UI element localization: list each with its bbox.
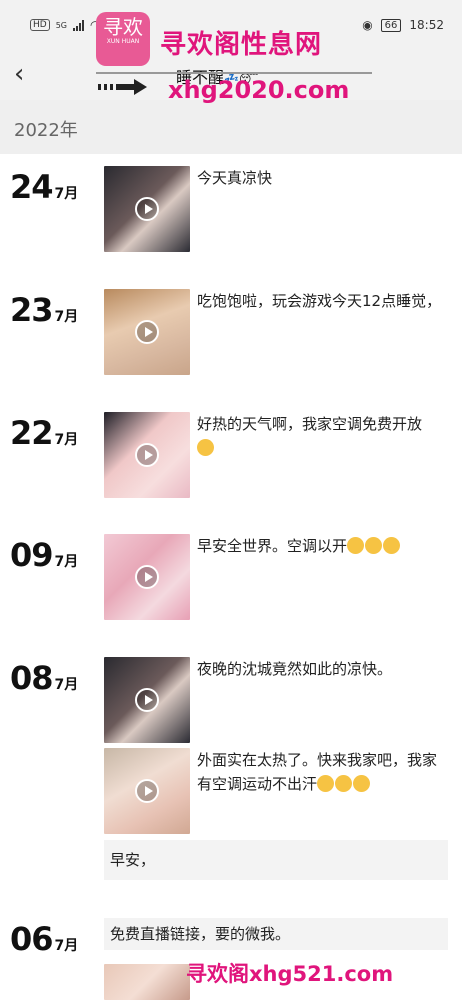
grin-emoji-icon xyxy=(383,537,401,554)
watermark-logo-text: 寻欢 xyxy=(103,15,143,39)
video-thumbnail[interactable] xyxy=(104,166,190,252)
moments-feed[interactable]: 24 7月 今天真凉快 23 7月 吃饱饱啦，玩会游戏今天12点睡觉， 22 7月 好… xyxy=(0,154,462,1000)
post-date: 22 7月 xyxy=(10,414,78,452)
post-day: 08 xyxy=(10,659,54,697)
play-icon xyxy=(135,197,159,221)
watermark-arrows-icon xyxy=(98,79,147,95)
network-type: 5G xyxy=(55,20,67,30)
kiss-emoji-icon xyxy=(335,775,353,792)
post-date: 06 7月 xyxy=(10,920,78,958)
post-caption[interactable]: 外面实在太热了。快来我家吧，我家有空调运动不出汗 xyxy=(197,748,451,796)
post-caption[interactable]: 夜晚的沈城竟然如此的凉快。 xyxy=(197,657,451,681)
post-day: 22 xyxy=(10,414,54,452)
kiss-emoji-icon xyxy=(317,775,335,792)
video-thumbnail[interactable] xyxy=(104,964,190,1000)
post-caption-text: 好热的天气啊，我家空调免费开放 xyxy=(197,415,423,433)
video-thumbnail[interactable] xyxy=(104,412,190,498)
post-day: 23 xyxy=(10,291,54,329)
post-month: 7月 xyxy=(54,186,79,202)
hd-badge: HD xyxy=(30,19,50,31)
post-day: 06 xyxy=(10,920,54,958)
post-caption[interactable]: 好热的天气啊，我家空调免费开放 xyxy=(197,412,451,460)
eye-icon: ◉ xyxy=(362,18,373,32)
post-date: 23 7月 xyxy=(10,291,78,329)
post-month: 7月 xyxy=(54,309,79,325)
watermark-bottom: 寻欢阁xhg521.com xyxy=(186,962,394,986)
watermark-logo: 寻欢 XUN HUAN xyxy=(96,12,150,66)
signal-icon xyxy=(73,19,84,31)
grin-emoji-icon xyxy=(347,537,365,554)
post-month: 7月 xyxy=(54,677,79,693)
year-header: 2022年 xyxy=(0,100,462,154)
play-icon xyxy=(135,320,159,344)
kiss-emoji-icon xyxy=(353,775,371,792)
grin-emoji-icon xyxy=(197,439,214,456)
post-caption[interactable]: 今天真凉快 xyxy=(197,166,451,190)
status-right: ◉ 66 18:52 xyxy=(362,18,444,32)
watermark-logo-sub: XUN HUAN xyxy=(106,38,140,45)
post-date: 24 7月 xyxy=(10,168,78,206)
text-post[interactable]: 免费直播链接，要的微我。 xyxy=(104,918,448,950)
post-month: 7月 xyxy=(54,554,79,570)
post-caption[interactable]: 早安全世界。空调以开 xyxy=(197,534,451,558)
play-icon xyxy=(135,565,159,589)
post-month: 7月 xyxy=(54,938,79,954)
video-thumbnail[interactable] xyxy=(104,657,190,743)
grin-emoji-icon xyxy=(365,537,383,554)
video-thumbnail[interactable] xyxy=(104,534,190,620)
watermark-site-name: 寻欢阁性息网 xyxy=(160,30,323,60)
play-icon xyxy=(135,443,159,467)
post-caption[interactable]: 吃饱饱啦，玩会游戏今天12点睡觉， xyxy=(197,289,451,313)
post-caption-text: 早安全世界。空调以开 xyxy=(197,537,348,555)
watermark-site-url: xhg2020.com xyxy=(168,76,350,104)
play-icon xyxy=(135,779,159,803)
play-icon xyxy=(135,688,159,712)
post-date: 09 7月 xyxy=(10,536,78,574)
watermark-line xyxy=(96,72,372,74)
back-arrow-icon[interactable]: ‹ xyxy=(14,60,44,90)
post-month: 7月 xyxy=(54,432,79,448)
year-label: 2022年 xyxy=(14,120,78,141)
clock: 18:52 xyxy=(409,18,444,32)
post-day: 24 xyxy=(10,168,54,206)
post-date: 08 7月 xyxy=(10,659,78,697)
video-thumbnail[interactable] xyxy=(104,748,190,834)
text-post[interactable]: 早安， xyxy=(104,840,448,880)
battery-icon: 66 xyxy=(380,18,402,32)
post-day: 09 xyxy=(10,536,54,574)
status-left: HD 5G ◠ xyxy=(30,18,100,32)
video-thumbnail[interactable] xyxy=(104,289,190,375)
